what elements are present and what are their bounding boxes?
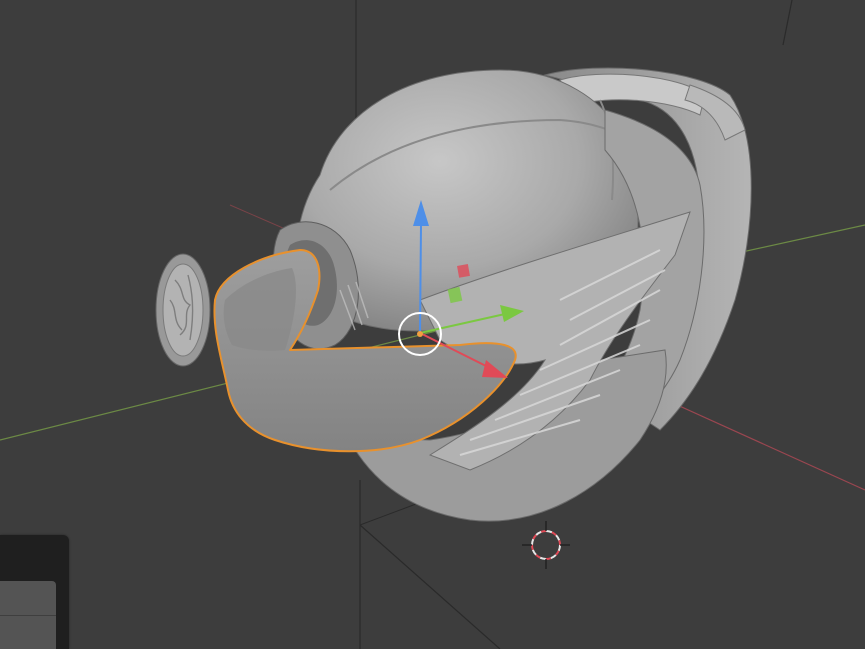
viewport-scene[interactable] — [0, 0, 865, 649]
panel-row-divider — [0, 615, 56, 616]
3d-viewport[interactable] — [0, 0, 865, 649]
panel-rows[interactable] — [0, 581, 56, 649]
operator-panel[interactable] — [0, 535, 69, 649]
xz-plane-handle — [457, 264, 470, 278]
3d-cursor-icon[interactable] — [522, 521, 570, 569]
object-origin-icon — [417, 331, 423, 337]
